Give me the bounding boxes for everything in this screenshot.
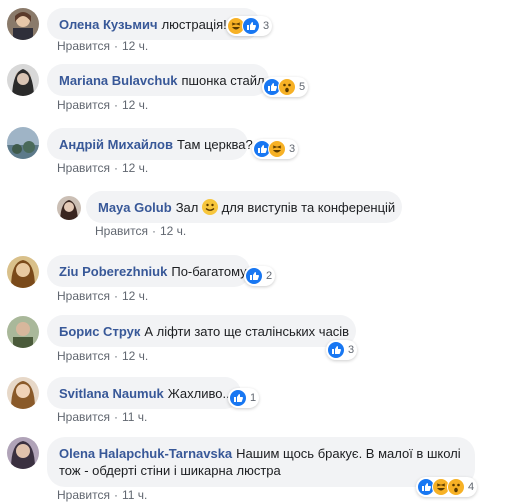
reactions-summary[interactable]: 2 (244, 266, 276, 286)
comment-bubble: Maya Golub Зал для виступів та конференці… (86, 191, 402, 223)
reaction-count: 5 (299, 81, 306, 93)
reaction-count: 1 (250, 392, 257, 404)
separator-dot: · (113, 39, 118, 53)
separator-dot: · (113, 289, 118, 303)
comment-actions: Нравится · 12 ч. (57, 289, 148, 303)
comment-actions: Нравится · 12 ч. (57, 161, 148, 175)
comment-time[interactable]: 11 ч. (122, 488, 147, 502)
comment-text: А ліфти зато ще сталінських часів (144, 324, 350, 339)
comment-author[interactable]: Олена Кузьмич (59, 17, 158, 32)
comment-text: По-багатому (171, 264, 247, 279)
reactions-summary[interactable]: 3 (252, 139, 299, 159)
like-link[interactable]: Нравится (95, 224, 148, 238)
comment-actions: Нравится · 12 ч. (57, 98, 148, 112)
like-link[interactable]: Нравится (57, 39, 110, 53)
comment-actions: Нравится · 12 ч. (57, 39, 148, 53)
comment-author[interactable]: Maya Golub (98, 200, 172, 215)
reactions-summary[interactable]: 3 (326, 340, 358, 360)
comment-bubble: Svitlana Naumuk Жахливо... (47, 377, 241, 409)
avatar[interactable] (7, 256, 39, 288)
wow-reaction-icon (447, 478, 465, 496)
comment-bubble: Olena Halapchuk-Tarnavska Нашим щось брак… (47, 437, 475, 487)
comment-time[interactable]: 12 ч. (122, 161, 148, 175)
comment-actions: Нравится · 12 ч. (57, 349, 148, 363)
comment-text: люстрація! (161, 17, 227, 32)
comment-author[interactable]: Svitlana Naumuk (59, 386, 164, 401)
comment-author[interactable]: Olena Halapchuk-Tarnavska (59, 446, 232, 461)
comment-time[interactable]: 12 ч. (122, 98, 148, 112)
separator-dot: · (113, 349, 118, 363)
avatar[interactable] (7, 316, 39, 348)
separator-dot: · (113, 488, 118, 502)
wow-reaction-icon (278, 78, 296, 96)
comment-author[interactable]: Ziu Poberezhniuk (59, 264, 167, 279)
like-reaction-icon (245, 267, 263, 285)
comment-text: Жахливо... (167, 386, 234, 401)
reaction-count: 3 (263, 20, 270, 32)
avatar[interactable] (7, 64, 39, 96)
avatar[interactable] (7, 437, 39, 469)
like-reaction-icon (242, 17, 260, 35)
reactions-summary[interactable]: 1 (228, 388, 260, 408)
comment-time[interactable]: 11 ч. (122, 410, 147, 424)
comment-bubble: Андрій Михайлов Там церква? (47, 128, 253, 160)
comment-author[interactable]: Борис Струк (59, 324, 140, 339)
reactions-summary[interactable]: 5 (262, 77, 309, 97)
reaction-count: 3 (348, 344, 355, 356)
smile-emoji-icon (201, 199, 218, 215)
comment-text: пшонка стайл (181, 73, 265, 88)
like-reaction-icon (327, 341, 345, 359)
reactions-summary[interactable]: 4 (416, 477, 478, 497)
like-reaction-icon (229, 389, 247, 407)
like-link[interactable]: Нравится (57, 410, 110, 424)
comment-actions: Нравится · 11 ч. (57, 488, 147, 502)
reaction-count: 4 (468, 481, 475, 493)
comment-text: для виступів та конференцій (221, 200, 396, 215)
avatar[interactable] (7, 127, 39, 159)
avatar[interactable] (7, 8, 39, 40)
comment-bubble: Ziu Poberezhniuk По-багатому (47, 255, 250, 287)
like-link[interactable]: Нравится (57, 488, 110, 502)
like-link[interactable]: Нравится (57, 349, 110, 363)
comment-bubble: Mariana Bulavchuk пшонка стайл (47, 64, 269, 96)
comment-time[interactable]: 12 ч. (160, 224, 186, 238)
reaction-count: 2 (266, 270, 273, 282)
comment-text: Зал (175, 200, 199, 215)
separator-dot: · (113, 161, 118, 175)
comment-time[interactable]: 12 ч. (122, 39, 148, 53)
avatar[interactable] (57, 196, 81, 220)
comment-actions: Нравится · 12 ч. (95, 224, 186, 238)
comment-time[interactable]: 12 ч. (122, 349, 148, 363)
comment-actions: Нравится · 11 ч. (57, 410, 147, 424)
like-link[interactable]: Нравится (57, 161, 110, 175)
separator-dot: · (113, 98, 118, 112)
haha-reaction-icon (268, 140, 286, 158)
comment-bubble: Борис Струк А ліфти зато ще сталінських ч… (47, 315, 356, 347)
reactions-summary[interactable]: 3 (226, 16, 273, 36)
reaction-count: 3 (289, 143, 296, 155)
comment-author[interactable]: Mariana Bulavchuk (59, 73, 178, 88)
avatar[interactable] (7, 377, 39, 409)
comment-author[interactable]: Андрій Михайлов (59, 137, 173, 152)
like-link[interactable]: Нравится (57, 289, 110, 303)
like-link[interactable]: Нравится (57, 98, 110, 112)
separator-dot: · (113, 410, 118, 424)
separator-dot: · (151, 224, 156, 238)
comment-text: Там церква? (176, 137, 253, 152)
comment-time[interactable]: 12 ч. (122, 289, 148, 303)
